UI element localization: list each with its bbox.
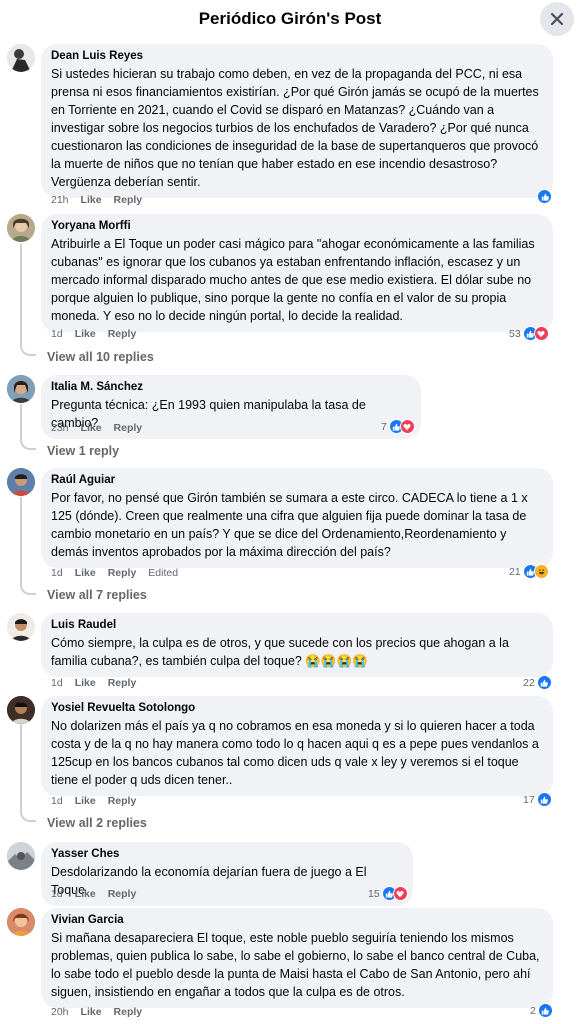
reply-button[interactable]: Reply — [114, 421, 143, 435]
like-button[interactable]: Like — [75, 327, 96, 341]
like-icon — [537, 1003, 553, 1018]
view-replies-link[interactable]: View all 10 replies — [47, 350, 154, 364]
comment-author[interactable]: Luis Raudel — [51, 618, 543, 632]
reaction-summary[interactable]: 53 — [509, 326, 549, 341]
view-replies-link[interactable]: View all 2 replies — [47, 816, 147, 830]
comment-bubble: Yosiel Revuelta Sotolongo No dolarizen m… — [41, 696, 553, 796]
like-button[interactable]: Like — [75, 676, 96, 690]
like-button[interactable]: Like — [75, 566, 96, 580]
like-button[interactable]: Like — [75, 887, 96, 901]
reaction-summary[interactable]: 2 — [530, 1003, 553, 1018]
comment-actions: 1d Like Reply — [51, 327, 136, 341]
reaction-count: 53 — [509, 327, 521, 340]
reply-button[interactable]: Reply — [108, 676, 137, 690]
comment-actions: 20h Like Reply — [51, 1005, 142, 1019]
edited-label: Edited — [148, 567, 179, 579]
reaction-count: 2 — [530, 1004, 536, 1017]
thread-line — [20, 724, 22, 814]
reply-button[interactable]: Reply — [114, 193, 143, 207]
avatar[interactable] — [7, 908, 35, 936]
reply-button[interactable]: Reply — [114, 1005, 143, 1019]
haha-icon — [533, 564, 549, 579]
comment-author[interactable]: Vivian Garcia — [51, 913, 543, 927]
view-replies-link[interactable]: View all 7 replies — [47, 588, 147, 602]
post-header: Periódico Girón's Post — [0, 0, 580, 38]
comment-author[interactable]: Dean Luis Reyes — [51, 49, 543, 63]
comment-text: Si mañana desapareciera El toque, este n… — [51, 931, 540, 999]
comment-text: Atribuirle a El Toque un poder casi mági… — [51, 237, 535, 323]
comment-text: Por favor, no pensé que Girón también se… — [51, 491, 528, 559]
reaction-count: 7 — [381, 420, 387, 433]
avatar[interactable] — [7, 44, 35, 72]
comment-actions: 1d Like Reply — [51, 794, 136, 808]
comment-text: Cómo siempre, la culpa es de otros, y qu… — [51, 636, 509, 668]
thread-line — [20, 244, 22, 346]
reaction-summary[interactable]: 22 — [523, 675, 552, 690]
comment-author[interactable]: Italia M. Sánchez — [51, 380, 411, 394]
like-button[interactable]: Like — [75, 794, 96, 808]
love-icon — [392, 886, 408, 901]
thread-hook — [20, 336, 36, 356]
reply-button[interactable]: Reply — [108, 566, 137, 580]
reaction-count: 17 — [523, 793, 535, 806]
reply-button[interactable]: Reply — [108, 794, 137, 808]
comment-text: No dolarizen más el país ya q no cobramo… — [51, 719, 539, 787]
reply-button[interactable]: Reply — [108, 887, 137, 901]
comment-author[interactable]: Raúl Aguiar — [51, 473, 543, 487]
thread-hook — [20, 804, 36, 822]
reaction-count: 21 — [509, 565, 521, 578]
reaction-count: 15 — [368, 887, 380, 900]
comment-time[interactable]: 21h — [51, 193, 69, 207]
comment-time[interactable]: 1d — [51, 676, 63, 690]
comment-actions: 23h Like Reply — [51, 421, 142, 435]
close-button[interactable] — [540, 2, 574, 36]
thread-hook — [20, 430, 36, 450]
comment-time[interactable]: 1d — [51, 794, 63, 808]
like-icon — [536, 675, 552, 690]
avatar[interactable] — [7, 214, 35, 242]
reply-button[interactable]: Reply — [108, 327, 137, 341]
comment-time[interactable]: 1d — [51, 327, 63, 341]
comment-bubble: Dean Luis Reyes Si ustedes hicieran su t… — [41, 44, 553, 198]
comment-author[interactable]: Yoryana Morffi — [51, 219, 543, 233]
avatar[interactable] — [7, 468, 35, 496]
reaction-summary[interactable]: 15 — [368, 886, 408, 901]
comment-time[interactable]: 1d — [51, 566, 63, 580]
close-icon — [550, 12, 564, 26]
comment-actions: 21h Like Reply — [51, 193, 142, 207]
comment-bubble: Luis Raudel Cómo siempre, la culpa es de… — [41, 613, 553, 677]
reaction-summary[interactable]: 21 — [509, 564, 549, 579]
reaction-summary[interactable]: 7 — [381, 419, 415, 434]
comment-bubble: Raúl Aguiar Por favor, no pensé que Giró… — [41, 468, 553, 568]
comment-time[interactable]: 1d — [51, 887, 63, 901]
comment-actions: 1d Like Reply — [51, 887, 136, 901]
avatar[interactable] — [7, 375, 35, 403]
like-button[interactable]: Like — [81, 193, 102, 207]
like-icon — [536, 792, 552, 807]
love-icon — [533, 326, 549, 341]
comment-bubble: Vivian Garcia Si mañana desapareciera El… — [41, 908, 553, 1008]
reaction-summary[interactable]: 17 — [523, 792, 552, 807]
comment-author[interactable]: Yosiel Revuelta Sotolongo — [51, 701, 543, 715]
post-title: Periódico Girón's Post — [198, 9, 382, 28]
thread-hook — [20, 577, 36, 595]
avatar[interactable] — [7, 842, 35, 870]
comment-actions: 1d Like Reply — [51, 676, 136, 690]
reaction-summary[interactable] — [537, 189, 552, 204]
like-button[interactable]: Like — [81, 421, 102, 435]
comment-time[interactable]: 23h — [51, 421, 69, 435]
avatar[interactable] — [7, 613, 35, 641]
avatar[interactable] — [7, 696, 35, 724]
comment-text: Si ustedes hicieran su trabajo como debe… — [51, 67, 539, 189]
view-replies-link[interactable]: View 1 reply — [47, 444, 119, 458]
comment-time[interactable]: 20h — [51, 1005, 69, 1019]
reaction-count: 22 — [523, 676, 535, 689]
thread-line — [20, 497, 22, 587]
like-icon — [537, 189, 552, 204]
comment-author[interactable]: Yasser Ches — [51, 847, 403, 861]
love-icon — [399, 419, 415, 434]
comment-bubble: Yoryana Morffi Atribuirle a El Toque un … — [41, 214, 553, 332]
like-button[interactable]: Like — [81, 1005, 102, 1019]
comment-actions: 1d Like Reply Edited — [51, 566, 178, 580]
